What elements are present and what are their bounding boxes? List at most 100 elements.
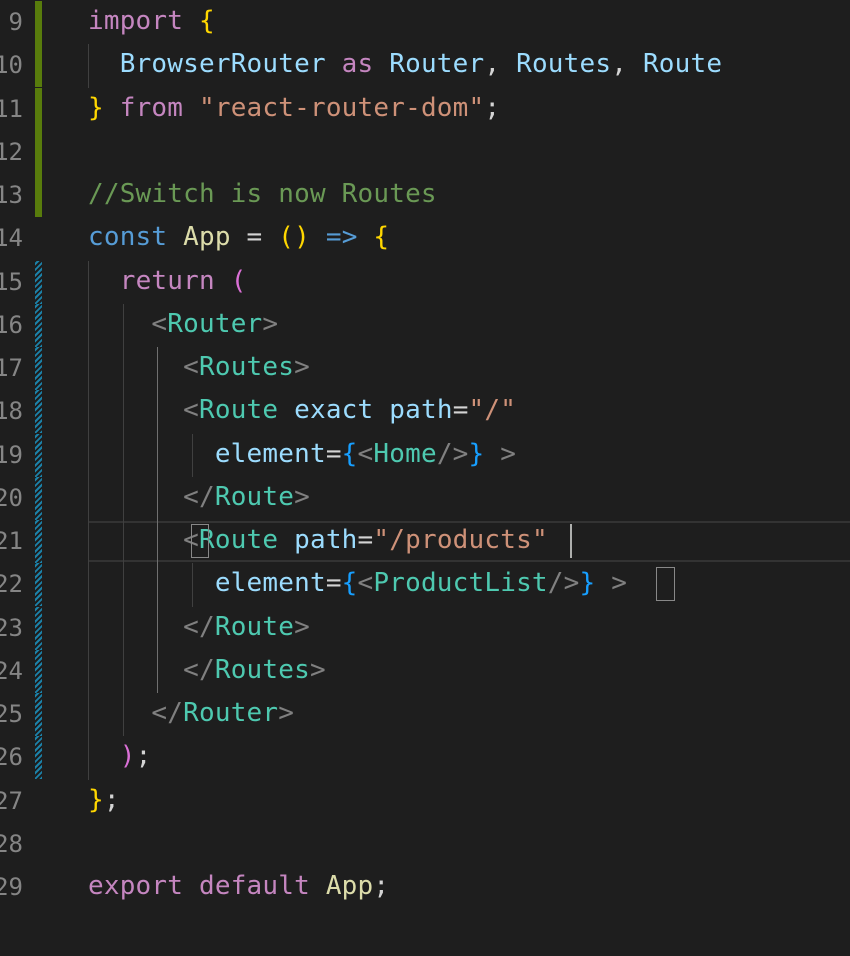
git-added-marker[interactable] [35, 87, 42, 131]
code-line[interactable]: 18 <Route exact path="/" [0, 390, 850, 434]
bracket-match-highlight [656, 567, 675, 602]
code-text: </Routes> [88, 655, 326, 685]
code-token: "/products" [373, 525, 548, 555]
git-modified-marker[interactable] [35, 693, 42, 736]
code-token: { [341, 438, 358, 469]
code-token: exact [294, 395, 374, 426]
code-token: < [183, 352, 199, 382]
code-line[interactable]: 12 [0, 130, 850, 174]
git-modified-marker[interactable] [35, 476, 42, 520]
line-number: 26 [0, 743, 23, 772]
code-token: const [88, 222, 168, 253]
code-editor[interactable]: 9 import {10 BrowserRouter as Router, Rou… [0, 0, 850, 956]
line-number: 10 [0, 51, 23, 80]
code-text: return ( [88, 266, 247, 296]
git-added-marker[interactable] [35, 130, 42, 174]
code-token: Route [198, 525, 279, 555]
code-line[interactable]: 14 const App = () => { [0, 217, 850, 260]
code-text: element={<ProductList/>} > [88, 568, 627, 598]
git-added-marker[interactable] [35, 174, 42, 217]
line-number: 21 [0, 527, 23, 555]
code-text: </Route> [88, 482, 310, 512]
line-number: 20 [0, 483, 23, 512]
code-line[interactable]: 15 return ( [0, 260, 850, 304]
code-text: <Routes> [88, 352, 310, 382]
code-token: , [484, 49, 517, 80]
code-text: import { [88, 6, 215, 36]
line-number: 16 [0, 310, 23, 339]
code-token: ; [373, 871, 390, 901]
code-token: ; [135, 741, 152, 772]
code-text: </Router> [88, 698, 294, 728]
code-text: BrowserRouter as Router, Routes, Route [88, 49, 722, 79]
code-line[interactable]: 23 </Route> [0, 606, 850, 650]
line-number: 22 [0, 570, 23, 599]
code-line[interactable]: 11} from "react-router-dom"; [0, 87, 850, 131]
code-token: > [294, 611, 310, 642]
code-line[interactable]: 9 import { [0, 1, 850, 44]
line-number: 12 [0, 137, 23, 166]
git-modified-marker[interactable] [35, 347, 42, 390]
code-token: import [88, 6, 184, 36]
code-line[interactable]: 16 <Router> [0, 303, 850, 347]
code-token: > [500, 438, 517, 469]
line-number: 9 [8, 8, 23, 36]
git-modified-marker[interactable] [35, 303, 42, 347]
code-token: </ [183, 481, 215, 512]
code-line[interactable]: 26 ); [0, 736, 850, 780]
line-number: 29 [0, 873, 23, 901]
code-line[interactable]: 28 [0, 823, 850, 866]
line-number: 11 [0, 94, 23, 123]
code-line[interactable]: 22 element={<ProductList/>} > [0, 563, 850, 607]
git-modified-marker[interactable] [35, 736, 42, 780]
code-line[interactable]: 17 <Routes> [0, 347, 850, 390]
code-text: export default App; [88, 871, 389, 901]
git-modified-marker[interactable] [35, 433, 42, 477]
git-added-marker[interactable] [35, 44, 42, 88]
code-token: } [579, 568, 596, 599]
code-token: /> [436, 438, 469, 469]
code-token: = [357, 525, 374, 555]
indent-guide [88, 260, 89, 780]
code-token: Router [183, 698, 279, 728]
indent-guide [157, 347, 158, 693]
code-line[interactable]: 13 //Switch is now Routes [0, 174, 850, 217]
code-token: = [230, 222, 279, 253]
code-line[interactable]: 27}; [0, 780, 850, 823]
code-line[interactable]: 29 export default App; [0, 866, 850, 909]
code-line[interactable]: 21 <Route path="/products" [0, 520, 850, 563]
git-modified-marker[interactable] [35, 649, 42, 693]
code-token: from [119, 92, 184, 123]
code-token: element [214, 438, 326, 469]
git-added-marker[interactable] [35, 1, 42, 44]
code-line[interactable]: 25 </Router> [0, 693, 850, 736]
line-number: 25 [0, 700, 23, 728]
git-modified-marker[interactable] [35, 260, 42, 304]
code-token: Routes [198, 352, 295, 382]
code-token: Routes [214, 654, 310, 685]
code-token: < [357, 568, 374, 599]
git-modified-marker[interactable] [35, 520, 42, 563]
code-token: Home [373, 438, 437, 469]
git-modified-marker[interactable] [35, 563, 42, 607]
code-line[interactable]: 24 </Routes> [0, 649, 850, 693]
code-line[interactable]: 19 element={<Home/>} > [0, 433, 850, 477]
code-token: "/" [468, 395, 517, 426]
code-line[interactable]: 20 </Route> [0, 476, 850, 520]
git-modified-marker[interactable] [35, 390, 42, 434]
code-token: , [611, 49, 643, 80]
code-line[interactable]: 10 BrowserRouter as Router, Routes, Rout… [0, 44, 850, 88]
code-token: export [88, 871, 184, 901]
code-token: path [294, 525, 358, 555]
git-modified-marker[interactable] [35, 606, 42, 650]
